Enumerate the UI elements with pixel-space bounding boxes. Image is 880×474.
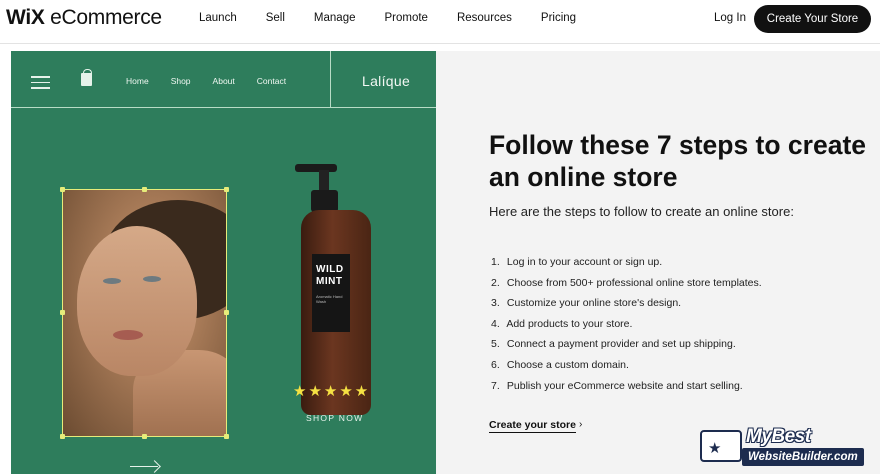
mybestwebsitebuilder-watermark: MyBest WebsiteBuilder.com <box>700 426 872 468</box>
steps-list: 1. Log in to your account or sign up. 2.… <box>491 252 762 396</box>
preview-header-divider <box>330 51 331 108</box>
shopping-bag-icon <box>81 69 92 86</box>
menu-item-launch[interactable]: Launch <box>199 12 237 24</box>
menu-item-promote[interactable]: Promote <box>384 12 427 24</box>
login-link[interactable]: Log In <box>714 12 746 24</box>
menu-item-resources[interactable]: Resources <box>457 12 512 24</box>
menu-item-manage[interactable]: Manage <box>314 12 356 24</box>
steps-content: Follow these 7 steps to create an online… <box>436 51 880 474</box>
resize-handle <box>224 434 229 439</box>
watermark-top-text: MyBest <box>746 426 811 447</box>
hamburger-menu-icon <box>31 76 50 93</box>
store-template-preview: Home Shop About Contact Lalíque WILD MINT… <box>11 51 436 474</box>
resize-handle <box>142 187 147 192</box>
resize-handle <box>142 434 147 439</box>
header-divider <box>0 43 880 44</box>
preview-nav-shop: Shop <box>170 76 191 86</box>
create-your-store-button[interactable]: Create Your Store <box>754 5 871 33</box>
list-item: 1. Log in to your account or sign up. <box>491 256 663 268</box>
resize-handle <box>60 310 65 315</box>
list-item: 3. Customize your online store's design. <box>491 297 682 310</box>
rating-stars-icon: ★★★★★ <box>293 383 371 400</box>
menu-item-sell[interactable]: Sell <box>266 12 285 24</box>
chevron-right-icon[interactable]: › <box>579 419 582 430</box>
wix-ecommerce-logo[interactable]: WiX eCommerce <box>6 6 162 30</box>
watermark-bottom-text: WebsiteBuilder.com <box>742 448 864 466</box>
bottle-label: WILD MINT Aromatic Hand Wash <box>312 254 350 332</box>
menu-item-pricing[interactable]: Pricing <box>541 12 576 24</box>
preview-nav-about: About <box>212 76 235 86</box>
steps-intro: Here are the steps to follow to create a… <box>489 204 794 219</box>
preview-header: Home Shop About Contact Lalíque <box>11 51 436 108</box>
browser-star-icon <box>700 430 742 462</box>
model-portrait-image <box>62 189 227 437</box>
page-title: Follow these 7 steps to create an online… <box>489 130 867 192</box>
resize-handle <box>60 434 65 439</box>
list-item: 6. Choose a custom domain. <box>491 358 629 371</box>
resize-handle <box>224 187 229 192</box>
list-item: 2. Choose from 500+ professional online … <box>491 276 762 289</box>
shop-now-link: SHOP NOW <box>306 413 364 423</box>
list-item: 7. Publish your eCommerce website and st… <box>491 379 743 392</box>
top-navigation: WiX eCommerce Launch Sell Manage Promote… <box>0 0 880 40</box>
list-item: 4. Add products to your store. <box>491 317 633 330</box>
list-item: 5. Connect a payment provider and set up… <box>491 338 736 351</box>
arrow-right-icon <box>130 461 160 471</box>
resize-handle <box>224 310 229 315</box>
resize-handle <box>60 187 65 192</box>
preview-nav-contact: Contact <box>256 76 287 86</box>
preview-nav-home: Home <box>126 76 149 86</box>
main-menu: Launch Sell Manage Promote Resources Pri… <box>199 12 576 24</box>
preview-nav: Home Shop About Contact <box>126 76 308 86</box>
create-your-store-link[interactable]: Create your store <box>489 419 576 433</box>
preview-brand-name: Lalíque <box>362 73 411 89</box>
